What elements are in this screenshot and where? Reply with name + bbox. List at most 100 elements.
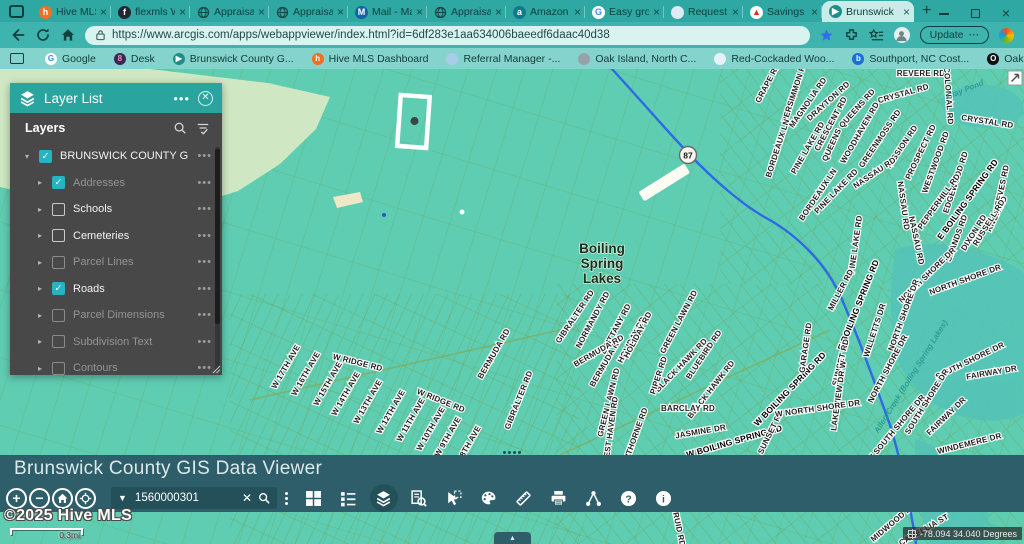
bookmark-item[interactable]: Red-Cockaded Woo... (705, 50, 843, 67)
tab-close-icon[interactable]: × (653, 6, 660, 18)
layer-checkbox[interactable]: ✓ (39, 150, 52, 163)
back-icon[interactable] (10, 27, 26, 43)
browser-tab[interactable]: Appraisal× (190, 2, 269, 22)
bookmark-star-icon[interactable] (819, 28, 834, 43)
favorites-list-icon[interactable] (869, 28, 884, 43)
layer-checkbox[interactable]: ✓ (52, 176, 65, 189)
browser-tab[interactable]: MMail - Ma× (348, 2, 427, 22)
expand-arrow-icon[interactable]: ▸ (36, 311, 44, 320)
browser-home-icon[interactable] (60, 27, 76, 43)
home-button[interactable] (52, 488, 73, 509)
layer-row[interactable]: ▸Subdivision Text••• (10, 329, 222, 356)
browser-tab[interactable]: aAmazon F× (506, 2, 585, 22)
layer-checkbox[interactable] (52, 309, 65, 322)
tab-close-icon[interactable]: × (903, 6, 910, 18)
attribute-search-tool-button[interactable] (401, 486, 436, 510)
panel-menu-icon[interactable]: ••• (173, 91, 190, 106)
layer-row[interactable]: ▾✓BRUNSWICK COUNTY GIS••• (10, 143, 222, 170)
bookmark-item[interactable]: ▶Brunswick County G... (164, 50, 303, 67)
select-tool-button[interactable] (436, 486, 471, 510)
basemap-gallery-tool-button[interactable] (296, 486, 331, 510)
zoom-in-button[interactable]: + (6, 488, 27, 509)
layer-options-icon[interactable]: ••• (197, 309, 212, 321)
bookmark-item[interactable]: hHive MLS Dashboard (303, 50, 438, 67)
tab-close-icon[interactable]: × (100, 6, 107, 18)
minimize-icon[interactable] (939, 13, 949, 15)
layer-checkbox[interactable]: ✓ (52, 282, 65, 295)
layer-row[interactable]: ▸Parcel Dimensions••• (10, 302, 222, 329)
expand-arrow-icon[interactable]: ▸ (36, 205, 44, 214)
layer-checkbox[interactable] (52, 203, 65, 216)
tab-close-icon[interactable]: × (258, 6, 265, 18)
bookmark-item[interactable]: 8Desk (105, 50, 164, 67)
browser-tab[interactable]: Appraisal× (269, 2, 348, 22)
profile-avatar[interactable] (894, 27, 910, 43)
expand-arrow-icon[interactable]: ▸ (36, 258, 44, 267)
browser-tab[interactable]: ▶Brunswick× (822, 1, 914, 22)
browser-tab[interactable]: ▲Savings &× (743, 2, 822, 22)
draw-tool-button[interactable] (471, 486, 506, 510)
layer-row[interactable]: ▸Contours••• (10, 355, 222, 375)
layer-checkbox[interactable] (52, 256, 65, 269)
measure-tool-button[interactable] (506, 486, 541, 510)
locate-button[interactable] (75, 488, 96, 509)
layer-options-icon[interactable]: ••• (197, 150, 212, 162)
layer-options-icon[interactable]: ••• (197, 203, 212, 215)
browser-update-button[interactable]: Update⋯ (920, 26, 989, 44)
layer-options-icon[interactable]: ••• (197, 177, 212, 189)
layer-panel-header[interactable]: Layer List ••• ✕ (10, 83, 222, 113)
browser-tab[interactable]: GEasy grou× (585, 2, 664, 22)
search-dropdown-icon[interactable]: ▼ (118, 493, 127, 503)
browser-tab[interactable]: fflexmls W× (111, 2, 190, 22)
about-tool-button[interactable]: i (646, 486, 681, 510)
browser-tab[interactable]: Request f× (664, 2, 743, 22)
bookmark-item[interactable]: GGoogle (36, 50, 105, 67)
layer-options-icon[interactable]: ••• (197, 336, 212, 348)
bookmark-item[interactable]: bSouthport, NC Cost... (843, 50, 978, 67)
expand-arrow-icon[interactable]: ▸ (36, 284, 44, 293)
search-clear-icon[interactable]: ✕ (242, 492, 252, 504)
help-tool-button[interactable]: ? (611, 486, 646, 510)
window-close-icon[interactable]: × (1002, 9, 1010, 18)
layer-options-icon[interactable]: ••• (197, 230, 212, 242)
layer-list-tool-button[interactable] (366, 486, 401, 510)
expand-arrow-icon[interactable]: ▸ (36, 337, 44, 346)
search-submit-icon[interactable] (258, 492, 270, 504)
attribute-table-handle[interactable] (503, 451, 521, 454)
print-tool-button[interactable] (541, 486, 576, 510)
panel-scrollbar[interactable] (215, 147, 220, 371)
bookmark-item[interactable]: OOak Island Restaura... (978, 50, 1024, 67)
layers-filter-icon[interactable] (196, 121, 210, 135)
layers-search-icon[interactable] (173, 121, 187, 135)
layer-row[interactable]: ▸Cemeteries••• (10, 223, 222, 250)
overview-map-toggle[interactable] (1008, 71, 1022, 85)
tab-close-icon[interactable]: × (179, 6, 186, 18)
layer-options-icon[interactable]: ••• (197, 283, 212, 295)
tab-close-icon[interactable]: × (416, 6, 423, 18)
panel-close-icon[interactable]: ✕ (198, 91, 213, 106)
layer-checkbox[interactable] (52, 362, 65, 375)
maximize-icon[interactable] (971, 9, 980, 18)
tab-close-icon[interactable]: × (732, 6, 739, 18)
layer-checkbox[interactable] (52, 229, 65, 242)
bookmark-item[interactable]: Referral Manager -... (437, 50, 569, 67)
parcel-search-input[interactable] (133, 491, 236, 505)
extensions-icon[interactable] (844, 28, 859, 43)
zoom-out-button[interactable]: − (29, 488, 50, 509)
panel-resize-handle[interactable] (211, 364, 221, 374)
layer-row[interactable]: ▸✓Addresses••• (10, 170, 222, 197)
expand-arrow-icon[interactable]: ▸ (36, 364, 44, 373)
layer-checkbox[interactable] (52, 335, 65, 348)
tab-close-icon[interactable]: × (337, 6, 344, 18)
apps-grid-icon[interactable] (10, 53, 24, 64)
more-menu-icon[interactable]: ⋯ (969, 29, 980, 41)
layer-row[interactable]: ▸✓Roads••• (10, 276, 222, 303)
browser-tab[interactable]: hHive MLS× (32, 2, 111, 22)
layer-row[interactable]: ▸Parcel Lines••• (10, 249, 222, 276)
toolbar-more-icon[interactable] (284, 492, 288, 505)
layer-options-icon[interactable]: ••• (197, 362, 212, 374)
expand-arrow-icon[interactable]: ▸ (36, 178, 44, 187)
coordinate-crosshair-icon[interactable] (908, 530, 916, 538)
window-menu-icon[interactable] (9, 5, 24, 18)
collapse-arrow-icon[interactable]: ▾ (23, 152, 31, 161)
